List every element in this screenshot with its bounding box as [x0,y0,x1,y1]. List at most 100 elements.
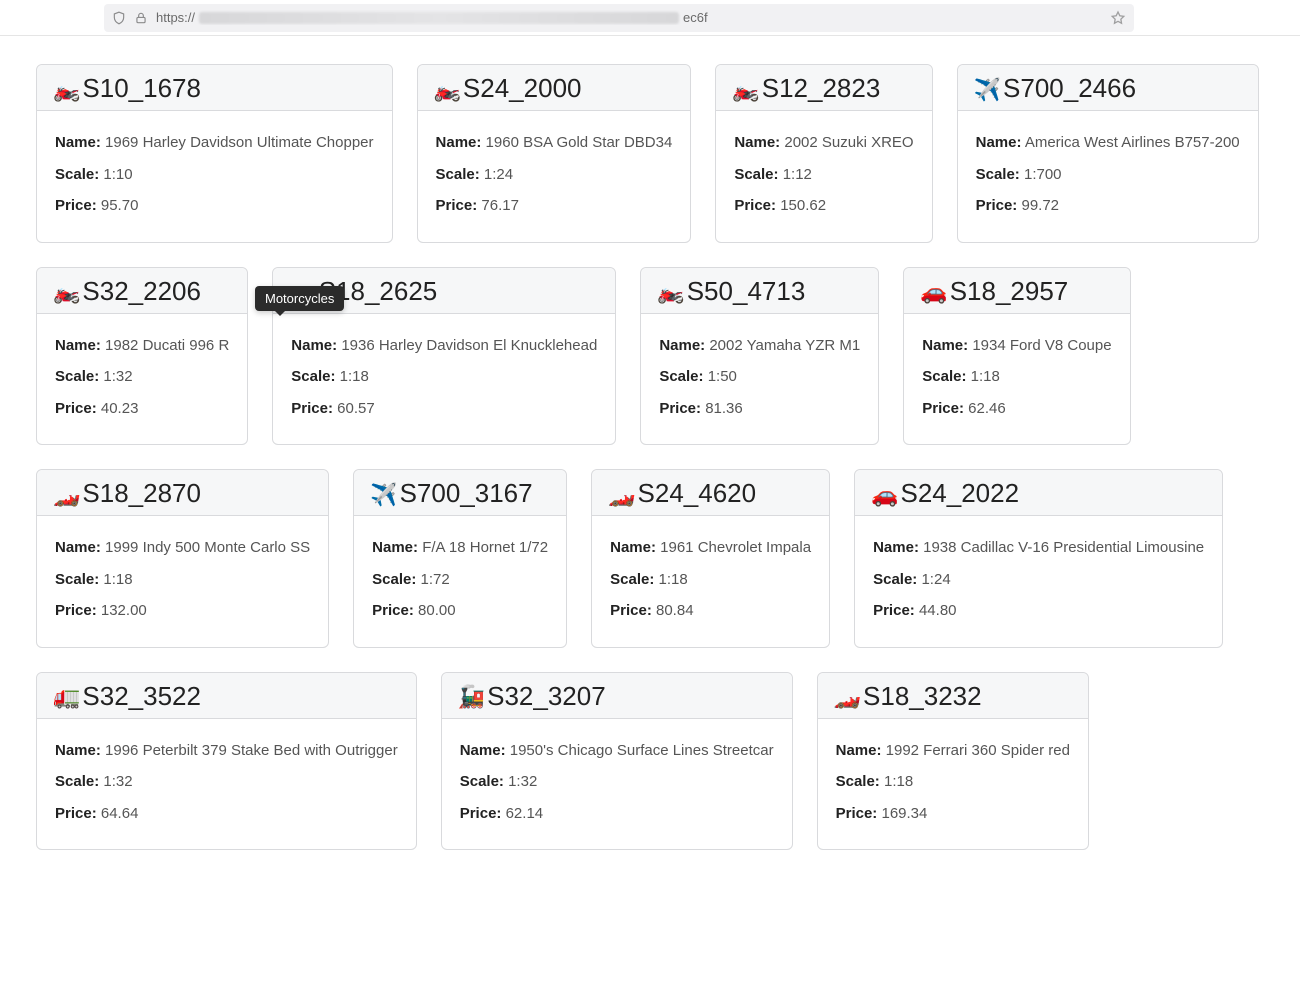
product-name-value: 1996 Peterbilt 379 Stake Bed with Outrig… [105,742,398,759]
motorcycle-icon: 🏍️ [53,79,80,101]
category-tooltip: Motorcycles [255,286,344,311]
product-card: 🏍️S24_2000Name: 1960 BSA Gold Star DBD34… [417,64,692,243]
product-code: S32_3522 [82,681,201,712]
product-code: S50_4713 [687,276,806,307]
product-scale-label: Scale: [659,368,703,385]
product-price-label: Price: [436,197,478,214]
lock-icon [134,11,148,25]
product-scale-label: Scale: [922,368,966,385]
product-scale-row: Scale: 1:32 [55,772,398,792]
product-scale-value: 1:32 [103,368,132,385]
product-scale-row: Scale: 1:12 [734,165,913,185]
card-body: Name: 1960 BSA Gold Star DBD34Scale: 1:2… [418,111,691,242]
product-name-value: F/A 18 Hornet 1/72 [422,539,548,556]
product-name-value: 1938 Cadillac V-16 Presidential Limousin… [923,539,1204,556]
motorcycle-icon: 🏍️ [732,79,759,101]
product-name-value: 1982 Ducati 996 R [105,337,229,354]
card-body: Name: 2002 Suzuki XREOScale: 1:12Price: … [716,111,931,242]
product-name-value: 2002 Suzuki XREO [784,134,913,151]
card-body: Name: 1982 Ducati 996 RScale: 1:32Price:… [37,314,247,445]
product-name-label: Name: [659,337,705,354]
shield-icon [112,11,126,25]
product-name-label: Name: [610,539,656,556]
product-scale-value: 1:50 [708,368,737,385]
product-name-label: Name: [873,539,919,556]
address-bar[interactable]: https:// ec6f [104,4,1134,32]
product-price-row: Price: 62.14 [460,804,774,824]
product-card: ✈️S700_3167Name: F/A 18 Hornet 1/72Scale… [353,469,567,648]
truck-icon: 🚛 [53,686,80,708]
product-scale-value: 1:700 [1024,166,1062,183]
product-price-row: Price: 64.64 [55,804,398,824]
product-name-row: Name: F/A 18 Hornet 1/72 [372,538,548,558]
product-price-row: Price: 99.72 [976,196,1240,216]
product-name-label: Name: [291,337,337,354]
product-price-value: 132.00 [101,602,147,619]
product-price-label: Price: [659,400,701,417]
product-price-value: 81.36 [705,400,743,417]
product-scale-value: 1:24 [484,166,513,183]
product-scale-value: 1:18 [103,571,132,588]
product-price-label: Price: [836,805,878,822]
product-name-value: 1999 Indy 500 Monte Carlo SS [105,539,310,556]
product-price-row: Price: 169.34 [836,804,1070,824]
card-body: Name: 1961 Chevrolet ImpalaScale: 1:18Pr… [592,516,829,647]
product-name-value: 1961 Chevrolet Impala [660,539,811,556]
product-scale-label: Scale: [372,571,416,588]
product-name-row: Name: 2002 Yamaha YZR M1 [659,336,860,356]
product-price-value: 169.34 [881,805,927,822]
product-scale-value: 1:12 [783,166,812,183]
card-header: 🚛S32_3522 [37,673,416,719]
racecar-icon: 🏎️ [834,686,861,708]
product-card: 🚗S18_2957Name: 1934 Ford V8 CoupeScale: … [903,267,1130,446]
product-card: 🏍️S10_1678Name: 1969 Harley Davidson Ult… [36,64,393,243]
product-card: 🚂S32_3207Name: 1950's Chicago Surface Li… [441,672,793,851]
product-price-label: Price: [55,400,97,417]
car-icon: 🚗 [920,281,947,303]
car-icon: 🚗 [871,484,898,506]
product-name-row: Name: 1936 Harley Davidson El Knucklehea… [291,336,597,356]
racecar-icon: 🏎️ [53,484,80,506]
product-name-label: Name: [836,742,882,759]
product-price-value: 40.23 [101,400,139,417]
product-price-label: Price: [55,197,97,214]
product-scale-value: 1:18 [340,368,369,385]
product-name-label: Name: [976,134,1022,151]
product-price-row: Price: 81.36 [659,399,860,419]
product-name-label: Name: [734,134,780,151]
card-body: Name: America West Airlines B757-200Scal… [958,111,1258,242]
card-body: Name: 1936 Harley Davidson El Knucklehea… [273,314,615,445]
product-scale-value: 1:10 [103,166,132,183]
product-price-value: 60.57 [337,400,375,417]
product-name-row: Name: 1961 Chevrolet Impala [610,538,811,558]
product-name-row: Name: America West Airlines B757-200 [976,133,1240,153]
product-scale-value: 1:18 [884,773,913,790]
product-scale-label: Scale: [55,166,99,183]
card-header: 🏍️S50_4713 [641,268,878,314]
product-code: S700_2466 [1003,73,1136,104]
product-scale-value: 1:18 [659,571,688,588]
card-header: 🏍️S32_2206 [37,268,247,314]
bookmark-star-icon[interactable] [1110,10,1126,26]
product-scale-row: Scale: 1:10 [55,165,374,185]
product-price-label: Price: [610,602,652,619]
card-header: 🚗S24_2022 [855,470,1222,516]
product-name-label: Name: [55,337,101,354]
product-name-value: 1950's Chicago Surface Lines Streetcar [510,742,774,759]
product-card: 🏎️S18_3232Name: 1992 Ferrari 360 Spider … [817,672,1089,851]
card-header: 🚗S18_2957 [904,268,1129,314]
motorcycle-icon: 🏍️ [434,79,461,101]
product-name-label: Name: [372,539,418,556]
product-card: 🚗S24_2022 Name: 1938 Cadillac V-16 Presid… [854,469,1223,648]
product-price-row: Price: 44.80 [873,601,1204,621]
product-name-row: Name: 1969 Harley Davidson Ultimate Chop… [55,133,374,153]
card-body: Name: 1996 Peterbilt 379 Stake Bed with … [37,719,416,850]
product-name-row: Name: 2002 Suzuki XREO [734,133,913,153]
product-scale-label: Scale: [291,368,335,385]
plane-icon: ✈️ [974,79,1001,101]
product-price-row: Price: 80.84 [610,601,811,621]
product-price-row: Price: 80.00 [372,601,548,621]
product-code: S18_2957 [950,276,1069,307]
product-name-label: Name: [55,539,101,556]
url-display: https:// ec6f [156,10,1102,25]
